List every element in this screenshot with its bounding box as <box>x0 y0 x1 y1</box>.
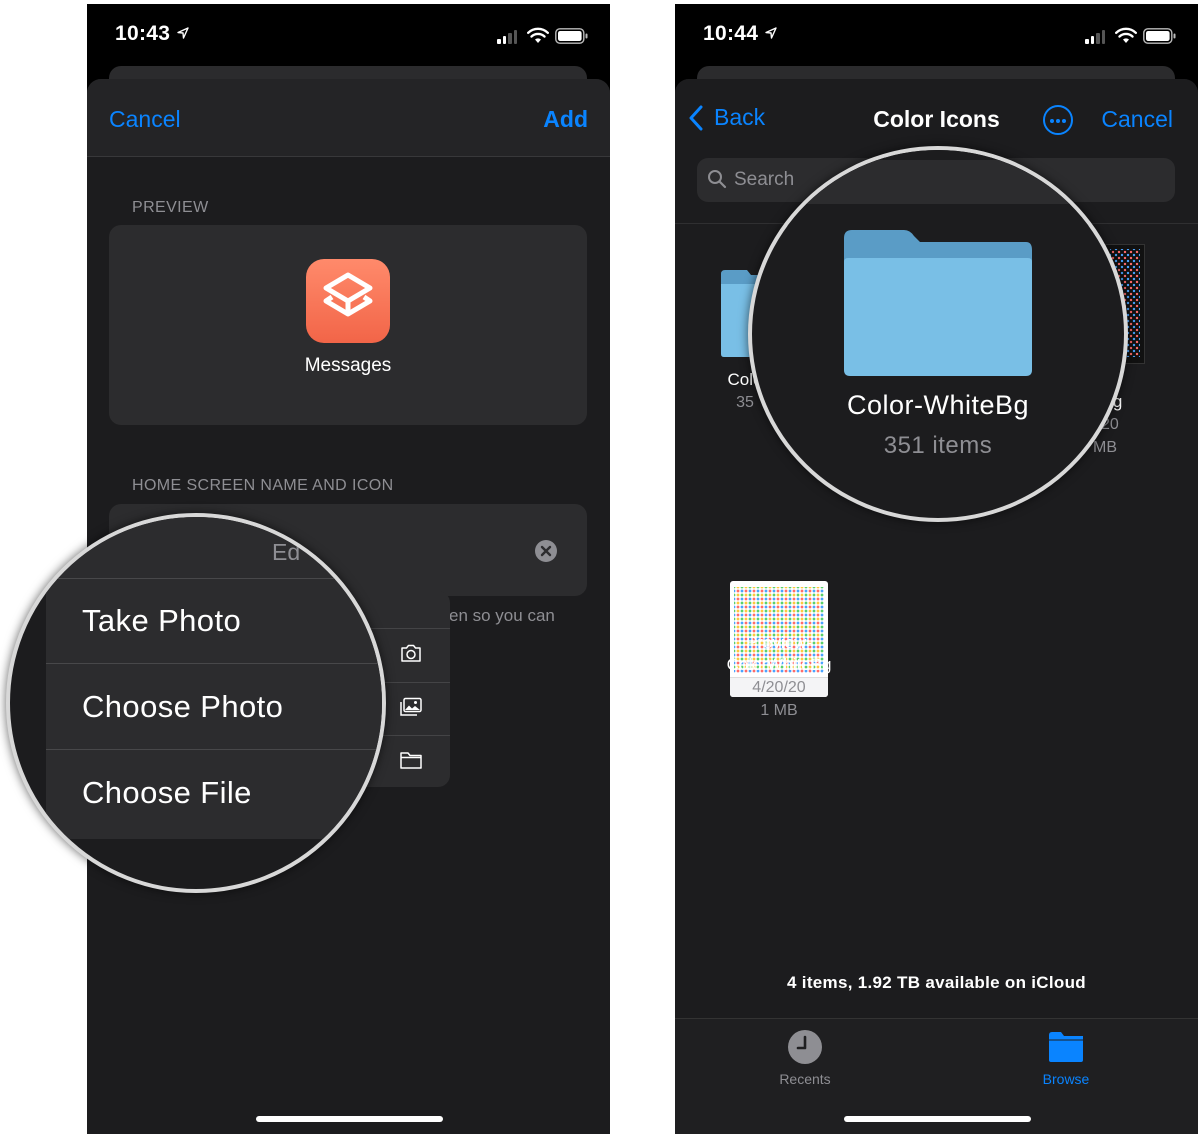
status-bar: 10:44 <box>675 4 1198 68</box>
folder-magnifier: Color-WhiteBg 351 items <box>748 146 1128 522</box>
preview-card: Messages <box>109 225 587 425</box>
magnified-name-field: Ed <box>10 517 382 579</box>
home-indicator <box>843 1116 1031 1122</box>
magnified-search-bar <box>752 150 1124 226</box>
shortcuts-logo-icon <box>323 272 373 317</box>
home-indicator <box>255 1116 443 1122</box>
tab-label: Recents <box>779 1071 831 1087</box>
battery-icon <box>555 28 588 44</box>
battery-icon <box>1143 28 1176 44</box>
status-time: 10:43 <box>115 22 171 45</box>
navigation-bar: Cancel Add <box>87 79 610 157</box>
cancel-button[interactable]: Cancel <box>109 106 181 133</box>
search-icon <box>708 170 727 189</box>
folder-icon <box>1049 1032 1083 1062</box>
clock-icon <box>788 1030 822 1064</box>
location-arrow-icon <box>765 27 777 39</box>
preview-section-label: PREVIEW <box>132 199 209 216</box>
tab-browse[interactable]: Browse <box>1006 1029 1126 1087</box>
choose-file-option[interactable]: Choose File <box>82 775 252 811</box>
home-screen-section-label: HOME SCREEN NAME AND ICON <box>132 477 394 494</box>
folder-name: Color-WhiteBg <box>846 390 1030 420</box>
choose-photo-option[interactable]: Choose Photo <box>82 689 283 725</box>
file-size: 1 MB <box>760 702 798 719</box>
add-button[interactable]: Add <box>543 106 588 133</box>
cellular-signal-icon <box>497 30 517 44</box>
folder-item-count: 351 items <box>883 432 993 459</box>
cancel-button[interactable]: Cancel <box>1101 106 1173 133</box>
folder-icon[interactable] <box>399 749 423 771</box>
tab-recents[interactable]: Recents <box>745 1029 865 1087</box>
file-date: 4/20/20 <box>752 679 806 696</box>
cellular-signal-icon <box>1085 30 1105 44</box>
magnified-menu: Take Photo Choose Photo Choose File <box>46 579 382 839</box>
folder-icon[interactable] <box>842 228 1034 378</box>
file-name-line1: Preview- <box>745 633 813 652</box>
menu-magnifier: Ed Take Photo Choose Photo Choose File <box>6 513 386 893</box>
file-name-line2: ColorWhiteBg <box>726 655 832 674</box>
status-time: 10:44 <box>703 22 759 45</box>
app-name: Messages <box>304 355 392 376</box>
clear-icon[interactable] <box>535 540 557 562</box>
storage-status: 4 items, 1.92 TB available on iCloud <box>787 973 1086 992</box>
camera-icon[interactable] <box>399 642 423 664</box>
status-bar: 10:43 <box>87 4 610 68</box>
location-arrow-icon <box>177 27 189 39</box>
file-caption: Preview- ColorWhiteBg 4/20/20 1 MB <box>709 632 849 722</box>
tab-label: Browse <box>1042 1071 1090 1087</box>
wifi-icon <box>1115 27 1137 43</box>
take-photo-option[interactable]: Take Photo <box>82 603 241 639</box>
wifi-icon <box>527 27 549 43</box>
shortcut-app-icon <box>306 259 390 343</box>
footnote-text: en so you can <box>449 606 555 625</box>
photo-icon[interactable] <box>399 696 423 718</box>
more-options-icon[interactable] <box>1043 105 1073 135</box>
name-field-text: Ed <box>272 539 301 565</box>
